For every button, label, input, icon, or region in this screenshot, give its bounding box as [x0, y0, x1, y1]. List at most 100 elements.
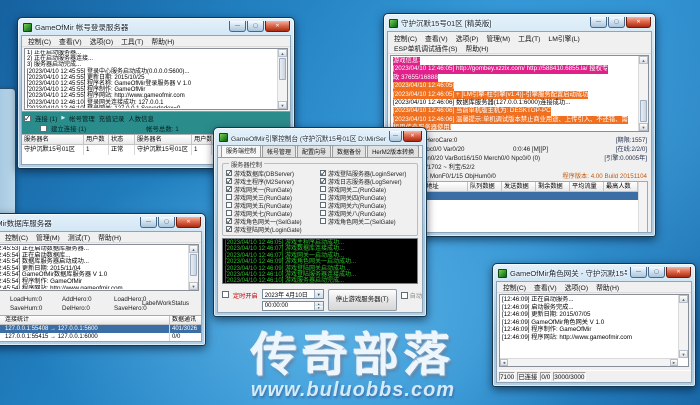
- scroll-down-icon[interactable]: [278, 101, 287, 109]
- minimize-button[interactable]: —: [590, 17, 607, 28]
- column-header[interactable]: 剩余数据: [536, 182, 570, 192]
- checkbox-icon[interactable]: [320, 178, 326, 184]
- table-row[interactable]: 127.0.0.1:55408 → 127.0.0.1:5600 401/302…: [0, 325, 201, 333]
- menu-item[interactable]: 控制(C): [499, 282, 530, 292]
- checkbox-icon[interactable]: [226, 170, 232, 176]
- checkbox-icon[interactable]: [226, 194, 232, 200]
- checkbox-icon[interactable]: [320, 170, 326, 176]
- scroll-left-icon[interactable]: [500, 359, 508, 366]
- menu-item[interactable]: 控制(C): [390, 33, 421, 43]
- vertical-scrollbar[interactable]: [678, 295, 688, 358]
- timer-checkbox[interactable]: [222, 291, 229, 298]
- checkbox-icon[interactable]: [320, 202, 326, 208]
- checkbox-icon[interactable]: [320, 210, 326, 216]
- titlebar[interactable]: GameOfMir引擎控制台 (守护沉默15号01区 D:\MirServer\…: [216, 130, 424, 145]
- table-row[interactable]: 127.0.0.1:55430 → 127.0.0.1:5100 0/0: [0, 341, 201, 342]
- column-header[interactable]: 平均流量: [570, 182, 604, 192]
- stop-server-button[interactable]: 停止游戏服务器(T): [328, 289, 397, 311]
- checkbox-icon[interactable]: [226, 186, 232, 192]
- close-button[interactable]: ✕: [626, 17, 651, 28]
- tab[interactable]: HerM2版本转换: [367, 145, 419, 157]
- minimize-button[interactable]: —: [389, 131, 402, 142]
- checkbox-icon[interactable]: [320, 194, 326, 200]
- checkbox-icon[interactable]: [226, 210, 232, 216]
- minimize-button[interactable]: —: [140, 217, 157, 228]
- titlebar[interactable]: 守护沉默15号01区 [精英版] — ▢ ✕: [386, 16, 653, 31]
- scroll-up-icon[interactable]: [639, 56, 648, 64]
- maximize-button[interactable]: ▢: [158, 217, 175, 228]
- table-row[interactable]: 127.0.0.1:55415 → 127.0.0.1:6000 0/0: [0, 333, 201, 341]
- vertical-scrollbar[interactable]: [638, 56, 648, 131]
- connect-checkbox[interactable]: [24, 115, 31, 122]
- scroll-up-icon[interactable]: [278, 49, 287, 57]
- menu-item[interactable]: 工具(T): [117, 36, 147, 46]
- tab[interactable]: 配置向导: [297, 145, 331, 157]
- table-scrollbar[interactable]: [638, 182, 647, 232]
- vertical-scrollbar[interactable]: [188, 245, 198, 290]
- menu-item[interactable]: LM引擎(L): [544, 33, 583, 43]
- menu-item[interactable]: 选项(O): [561, 282, 592, 292]
- auto-open-checkbox[interactable]: [401, 292, 408, 299]
- scroll-down-icon[interactable]: [639, 123, 648, 131]
- column-header[interactable]: 发送数据: [502, 182, 536, 192]
- account-manage-button[interactable]: 帐号管理: [69, 114, 95, 123]
- horizontal-scrollbar[interactable]: [500, 358, 678, 366]
- close-button[interactable]: ✕: [265, 21, 290, 32]
- checkbox-icon[interactable]: [320, 186, 326, 192]
- scroll-right-icon[interactable]: [670, 359, 678, 366]
- checkbox-icon[interactable]: [226, 178, 232, 184]
- service-checkbox-row[interactable]: 游戏登陆网关(LoginGate): [226, 225, 320, 233]
- menu-item[interactable]: 工具(T): [514, 33, 544, 43]
- column-header[interactable]: 数据通讯: [170, 316, 202, 325]
- column-header[interactable]: 服务器名: [22, 135, 84, 145]
- menu-item[interactable]: 帮助(H): [592, 282, 623, 292]
- menu-item[interactable]: 查看(V): [421, 33, 452, 43]
- menu-item[interactable]: 控制(C): [1, 232, 32, 242]
- menu-item[interactable]: 管理(M): [32, 232, 64, 242]
- close-button[interactable]: ✕: [176, 217, 201, 228]
- menu-item[interactable]: 管理(M): [482, 33, 514, 43]
- menu-item[interactable]: 查看(V): [55, 36, 86, 46]
- menu-item[interactable]: 帮助(H): [94, 232, 125, 242]
- menu-item[interactable]: ESP单机调试插件(S): [390, 43, 461, 53]
- titlebar[interactable]: GameOfMir数据库服务器 — ▢ ✕: [0, 216, 203, 231]
- recharge-record-button[interactable]: 充值记录: [99, 114, 125, 123]
- time-spinner[interactable]: 00:00:00 ▲ ▼: [262, 301, 324, 311]
- scroll-up-icon[interactable]: [189, 245, 198, 253]
- maximize-button[interactable]: ▢: [648, 267, 665, 278]
- establish-checkbox[interactable]: [40, 125, 47, 132]
- spin-down-icon[interactable]: ▼: [315, 306, 323, 310]
- minimize-button[interactable]: —: [630, 267, 647, 278]
- menu-item[interactable]: 控制(C): [24, 36, 55, 46]
- date-picker[interactable]: 2023年 4月10日 ▼: [262, 289, 324, 299]
- column-header[interactable]: 队列数据: [468, 182, 502, 192]
- column-header[interactable]: 用户数: [84, 135, 109, 145]
- menu-item[interactable]: 查看(V): [530, 282, 561, 292]
- checkbox-icon[interactable]: [226, 202, 232, 208]
- scroll-thumb[interactable]: [190, 254, 197, 276]
- scroll-up-icon[interactable]: [679, 295, 688, 303]
- maximize-button[interactable]: ▢: [247, 21, 264, 32]
- scroll-thumb[interactable]: [640, 100, 647, 122]
- minimize-button[interactable]: —: [229, 21, 246, 32]
- menu-item[interactable]: 帮助(H): [147, 36, 178, 46]
- scroll-down-icon[interactable]: [189, 282, 198, 290]
- scroll-down-icon[interactable]: [679, 350, 688, 358]
- dropdown-icon[interactable]: ▼: [314, 290, 323, 298]
- tab[interactable]: 帐号管理: [262, 145, 296, 157]
- maximize-button[interactable]: ▢: [608, 17, 625, 28]
- checkbox-icon[interactable]: [320, 218, 326, 224]
- column-header[interactable]: 状态: [109, 135, 135, 145]
- online-info-button[interactable]: 人数信息: [128, 114, 154, 123]
- menu-item[interactable]: 测试(T): [64, 232, 94, 242]
- vertical-scrollbar[interactable]: [277, 49, 287, 109]
- menu-item[interactable]: 选项(O): [86, 36, 117, 46]
- column-header[interactable]: 连接统计: [0, 316, 170, 325]
- titlebar[interactable]: GameOfMir角色网关 - 守护沉默15号0... — ▢ ✕: [495, 266, 693, 281]
- tab[interactable]: 服务端控制: [221, 145, 261, 157]
- service-checkbox-row[interactable]: 游戏角色网关二(SelGate): [320, 217, 414, 225]
- titlebar[interactable]: GameOfMir 帐号登录服务器 — ▢ ✕: [20, 20, 292, 35]
- menu-item[interactable]: 帮助(H): [461, 43, 492, 53]
- close-button[interactable]: ✕: [403, 131, 422, 142]
- selected-row[interactable]: [392, 192, 638, 200]
